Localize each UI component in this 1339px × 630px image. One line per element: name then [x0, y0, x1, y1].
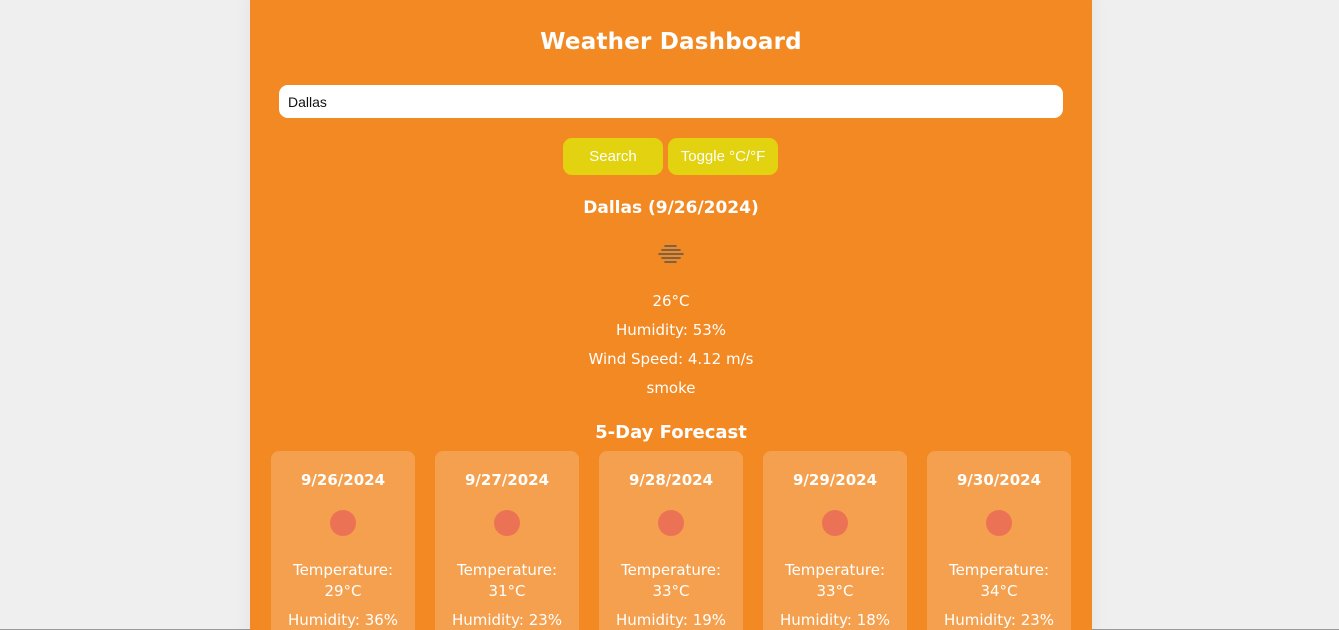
forecast-temperature-label: Temperature: — [292, 561, 394, 579]
forecast-cards: 9/26/2024 Temperature: 29°C Humidity: 36… — [271, 451, 1071, 630]
search-button[interactable]: Search — [563, 138, 663, 175]
sun-icon — [658, 510, 684, 536]
forecast-card: 9/28/2024 Temperature: 33°C Humidity: 19… — [599, 451, 743, 630]
forecast-card: 9/27/2024 Temperature: 31°C Humidity: 23… — [435, 451, 579, 630]
forecast-date: 9/30/2024 — [956, 471, 1042, 489]
forecast-temperature: 34°C — [980, 582, 1018, 600]
city-search-input[interactable] — [279, 85, 1063, 118]
forecast-title: 5-Day Forecast — [595, 422, 747, 443]
forecast-temperature-label: Temperature: — [784, 561, 886, 579]
smoke-icon — [658, 245, 684, 263]
forecast-card: 9/26/2024 Temperature: 29°C Humidity: 36… — [271, 451, 415, 630]
current-city-title: Dallas (9/26/2024) — [583, 198, 759, 218]
forecast-date: 9/29/2024 — [792, 471, 878, 489]
forecast-temperature-label: Temperature: — [620, 561, 722, 579]
current-weather-details: 26°C Humidity: 53% Wind Speed: 4.12 m/s … — [250, 292, 1092, 408]
page-title: Weather Dashboard — [540, 29, 802, 55]
toggle-unit-button[interactable]: Toggle °C/°F — [668, 138, 778, 175]
sun-icon — [330, 510, 356, 536]
current-wind-speed: Wind Speed: 4.12 m/s — [588, 350, 754, 368]
forecast-temperature-label: Temperature: — [456, 561, 558, 579]
forecast-card: 9/30/2024 Temperature: 34°C Humidity: 23… — [927, 451, 1071, 630]
forecast-temperature: 33°C — [816, 582, 854, 600]
forecast-humidity: Humidity: 36% — [287, 611, 399, 629]
sun-icon — [986, 510, 1012, 536]
forecast-date: 9/26/2024 — [300, 471, 386, 489]
sun-icon — [822, 510, 848, 536]
sun-icon — [494, 510, 520, 536]
current-temperature: 26°C — [652, 292, 690, 310]
forecast-date: 9/28/2024 — [628, 471, 714, 489]
current-description: smoke — [646, 379, 696, 397]
forecast-humidity: Humidity: 19% — [615, 611, 727, 629]
forecast-humidity: Humidity: 23% — [451, 611, 563, 629]
forecast-temperature: 29°C — [324, 582, 362, 600]
current-humidity: Humidity: 53% — [615, 321, 727, 339]
weather-dashboard-panel: Weather Dashboard Search Toggle °C/°F Da… — [250, 0, 1092, 630]
forecast-temperature: 31°C — [488, 582, 526, 600]
forecast-date: 9/27/2024 — [464, 471, 550, 489]
forecast-temperature: 33°C — [652, 582, 690, 600]
forecast-temperature-label: Temperature: — [948, 561, 1050, 579]
forecast-card: 9/29/2024 Temperature: 33°C Humidity: 18… — [763, 451, 907, 630]
forecast-humidity: Humidity: 18% — [779, 611, 891, 629]
forecast-humidity: Humidity: 23% — [943, 611, 1055, 629]
